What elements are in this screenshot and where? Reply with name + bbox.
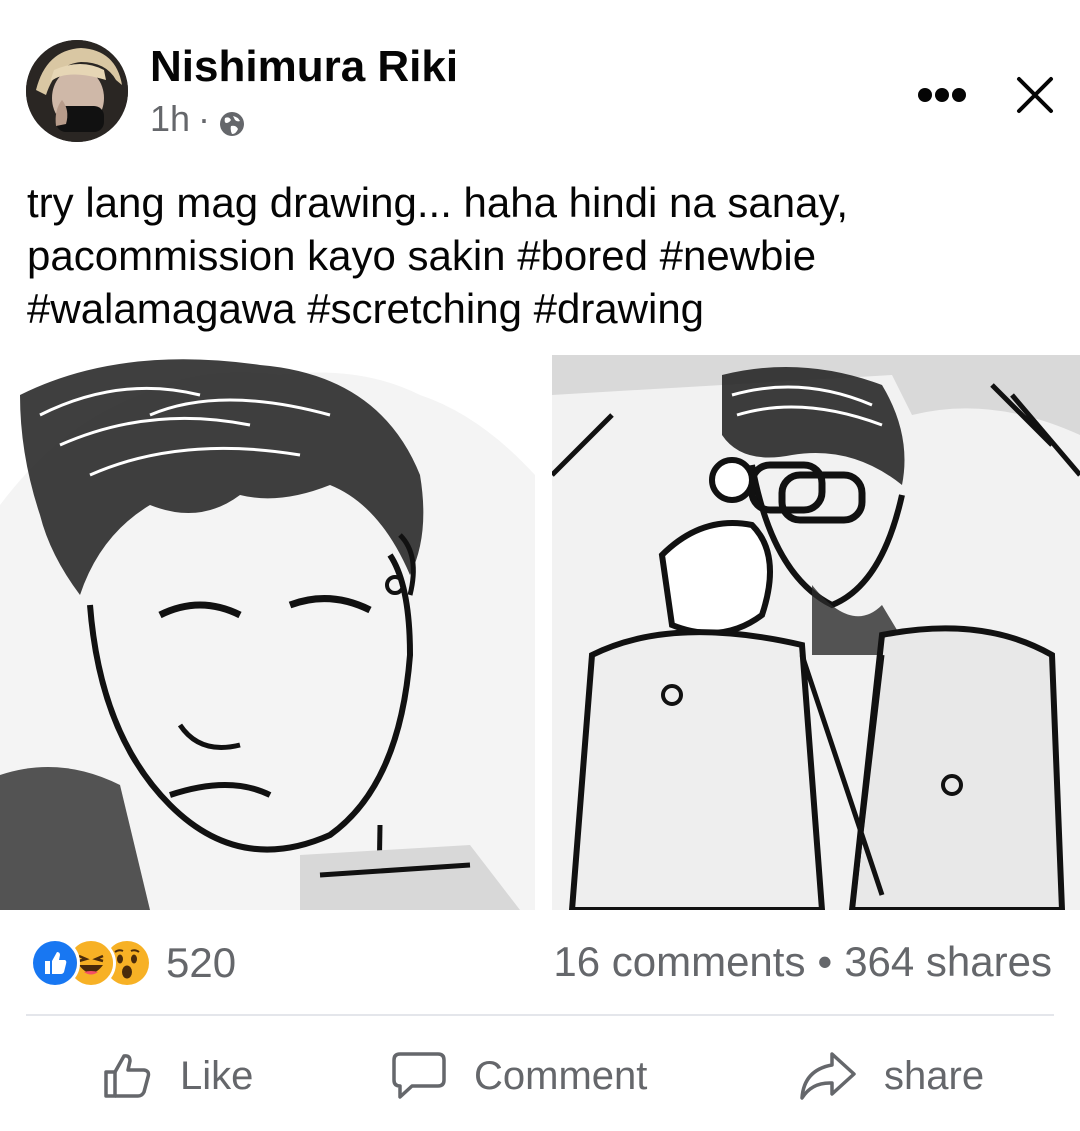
meta-separator: ·	[198, 98, 211, 139]
more-dots-icon	[918, 88, 966, 102]
engagement-counts: 16 comments • 364 shares	[553, 938, 1052, 986]
reaction-count[interactable]: 520	[166, 939, 236, 987]
post-text-line[interactable]: pacommission kayo sakin #bored #newbie	[27, 229, 1057, 282]
photo-sketch-portrait[interactable]	[0, 355, 535, 910]
shares-count[interactable]: 364 shares	[844, 938, 1052, 986]
share-label: share	[884, 1053, 985, 1098]
reactions-summary[interactable]: 520	[30, 938, 236, 988]
stats-separator: •	[817, 938, 833, 985]
comment-button[interactable]: Comment	[390, 1044, 647, 1108]
post-stats: 520 16 comments • 364 shares	[0, 930, 1080, 1000]
post-text: try lang mag drawing... haha hindi na sa…	[27, 176, 1057, 335]
post-header: Nishimura Riki 1h ·	[0, 0, 1080, 160]
thumbs-up-icon	[104, 1054, 151, 1098]
photo-sketch-glasses[interactable]	[552, 355, 1080, 910]
share-arrow-icon	[800, 1052, 856, 1100]
share-button[interactable]: share	[798, 1044, 984, 1108]
divider	[26, 1014, 1054, 1016]
post-time[interactable]: 1h	[150, 98, 190, 140]
globe-icon	[218, 105, 246, 136]
photo-grid	[0, 355, 1080, 910]
close-icon	[1017, 77, 1053, 113]
comment-bubble-icon	[392, 1052, 446, 1099]
post-text-line: try lang mag drawing... haha hindi na sa…	[27, 179, 849, 226]
action-bar: Like Comment share	[0, 1030, 1080, 1125]
avatar[interactable]	[26, 40, 128, 142]
more-options-button[interactable]	[910, 70, 974, 120]
like-reaction-icon	[30, 938, 80, 988]
author-name[interactable]: Nishimura Riki	[150, 42, 458, 92]
like-label: Like	[180, 1053, 254, 1098]
close-button[interactable]	[1005, 65, 1065, 125]
like-button[interactable]: Like	[102, 1044, 253, 1108]
post-text-line[interactable]: #walamagawa #scretching #drawing	[27, 282, 1057, 335]
comments-count[interactable]: 16 comments	[553, 938, 805, 986]
post-meta: 1h ·	[150, 98, 246, 140]
comment-label: Comment	[474, 1053, 648, 1098]
